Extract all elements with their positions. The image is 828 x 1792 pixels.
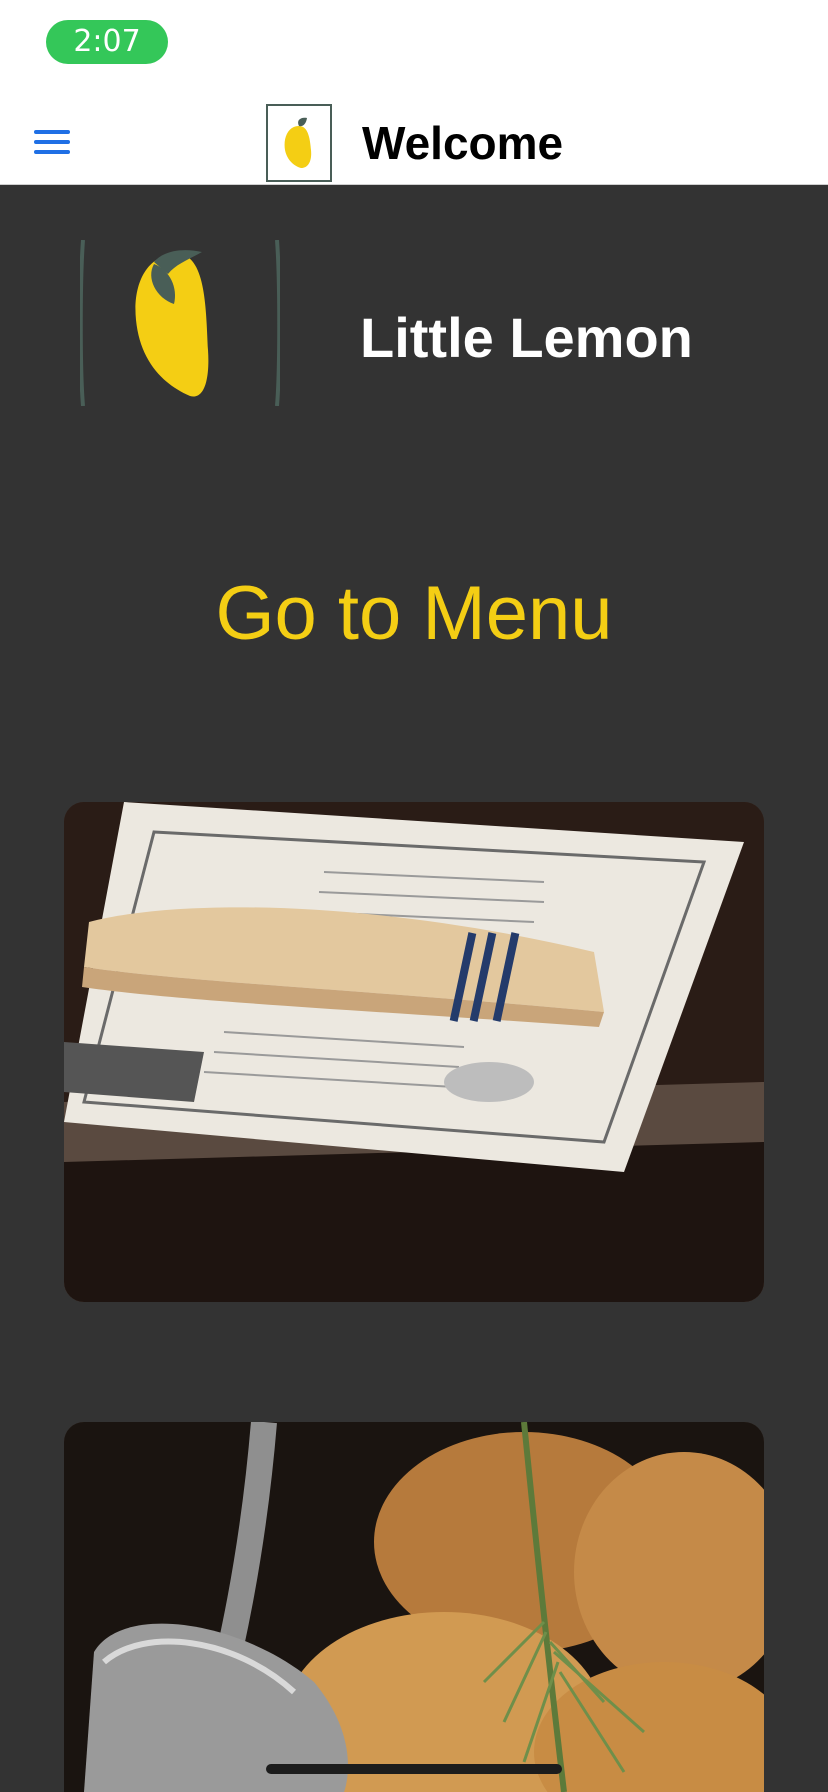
roasted-potatoes-food-photo xyxy=(64,1422,764,1792)
hamburger-menu-icon[interactable] xyxy=(34,128,70,156)
status-bar: 2:07 xyxy=(0,0,828,90)
restaurant-table-menu-photo xyxy=(64,802,764,1302)
nav-title: Welcome xyxy=(362,117,564,169)
navigation-bar: Welcome xyxy=(0,90,828,185)
restaurant-name: Little Lemon xyxy=(360,306,693,369)
little-lemon-logo-icon xyxy=(266,104,332,182)
little-lemon-logo-icon xyxy=(80,240,280,406)
go-to-menu-link[interactable]: Go to Menu xyxy=(0,570,828,657)
status-time: 2:07 xyxy=(46,20,168,64)
home-indicator[interactable] xyxy=(266,1764,562,1774)
